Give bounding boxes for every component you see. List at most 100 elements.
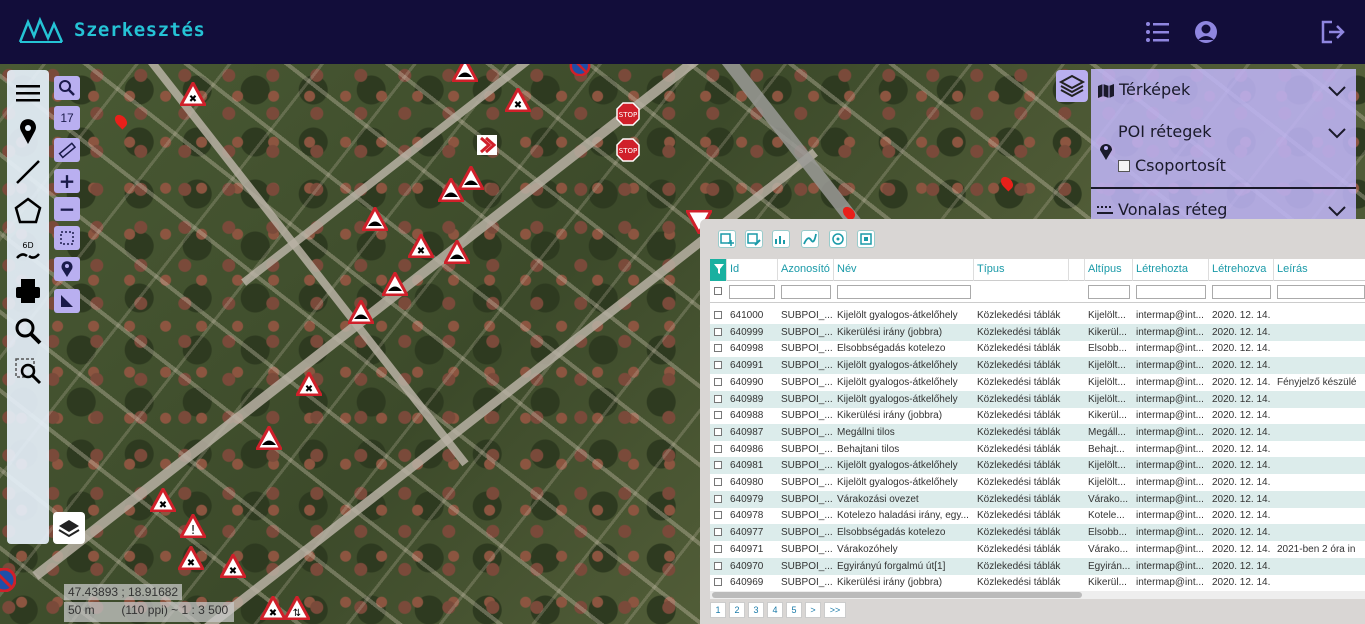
- table-row[interactable]: 640978 SUBPOI_... Kotelezo haladási irány,…: [710, 507, 1365, 524]
- print-icon[interactable]: [13, 276, 43, 306]
- add-record-button[interactable]: [718, 230, 736, 248]
- table-row[interactable]: 640986 SUBPOI_... Behajtani tilos Közlekedé…: [710, 441, 1365, 458]
- column-header[interactable]: Azonosító: [778, 259, 834, 281]
- search-button[interactable]: [54, 76, 80, 100]
- warning-sign-icon[interactable]: !: [180, 514, 206, 538]
- filter-input[interactable]: [781, 285, 831, 299]
- warning-sign-icon[interactable]: [444, 240, 470, 264]
- page-button[interactable]: 2: [729, 602, 745, 618]
- row-checkbox[interactable]: [714, 344, 722, 353]
- row-checkbox[interactable]: [714, 461, 722, 470]
- page-button[interactable]: >: [805, 602, 821, 618]
- warning-sign-icon[interactable]: [362, 207, 388, 231]
- table-row[interactable]: 640979 SUBPOI_... Várakozási ovezet Közleke…: [710, 490, 1365, 508]
- filter-input[interactable]: [1136, 285, 1206, 299]
- warning-sign-icon[interactable]: ✖: [180, 82, 206, 106]
- chevron-down-icon[interactable]: [1328, 85, 1346, 97]
- measure-button[interactable]: [54, 138, 80, 162]
- table-row[interactable]: 640990 SUBPOI_... Kijelölt gyalogos-átkelő…: [710, 374, 1365, 391]
- row-checkbox[interactable]: [714, 394, 722, 403]
- zoom-search-icon[interactable]: [13, 316, 43, 346]
- zoom-in-button[interactable]: +: [54, 169, 80, 193]
- column-header[interactable]: [1069, 259, 1085, 281]
- zoom-out-button[interactable]: −: [54, 197, 80, 221]
- table-row[interactable]: 640977 SUBPOI_... Elsobbségadás kotelezo Kö…: [710, 524, 1365, 542]
- stop-sign-icon[interactable]: STOP: [616, 138, 640, 162]
- table-row[interactable]: 640971 SUBPOI_... Várakozóhely Közlekedési …: [710, 541, 1365, 558]
- warning-sign-icon[interactable]: ✖: [505, 88, 531, 112]
- point-icon[interactable]: [13, 117, 43, 147]
- no-parking-sign-icon[interactable]: [568, 64, 592, 76]
- row-checkbox[interactable]: [714, 528, 722, 537]
- warning-sign-icon[interactable]: ⇅: [284, 596, 310, 620]
- menu-icon[interactable]: [13, 78, 43, 108]
- route-button[interactable]: [801, 230, 819, 248]
- polygon-icon[interactable]: [13, 196, 43, 226]
- warning-sign-icon[interactable]: ✖: [260, 596, 286, 620]
- maps-section[interactable]: Térképek: [1091, 79, 1356, 103]
- column-header[interactable]: Leírás: [1274, 259, 1365, 281]
- column-header[interactable]: Id: [727, 259, 778, 281]
- warning-sign-icon[interactable]: ✖: [178, 546, 204, 570]
- warning-sign-icon[interactable]: [348, 300, 374, 324]
- poi-marker-icon[interactable]: [998, 174, 1016, 192]
- page-button[interactable]: 5: [786, 602, 802, 618]
- user-icon[interactable]: [1192, 18, 1220, 46]
- line-layer-section[interactable]: Vonalas réteg: [1091, 199, 1356, 221]
- filter-input[interactable]: [837, 285, 971, 299]
- row-checkbox[interactable]: [714, 361, 722, 370]
- column-header[interactable]: Altípus: [1085, 259, 1133, 281]
- list-icon[interactable]: [1144, 18, 1172, 46]
- stop-sign-icon[interactable]: STOP: [616, 102, 640, 126]
- row-checkbox[interactable]: [714, 478, 722, 486]
- chart-button[interactable]: [772, 230, 790, 248]
- warning-sign-icon[interactable]: [452, 64, 478, 82]
- table-row[interactable]: 640969 SUBPOI_... Kikerülési irány (jobbra…: [710, 574, 1365, 591]
- table-row[interactable]: 640988 SUBPOI_... Kikerülési irány (jobbra…: [710, 407, 1365, 424]
- filter-input[interactable]: [729, 285, 775, 299]
- table-row[interactable]: 640980 SUBPOI_... Kijelölt gyalogos-átkelő…: [710, 474, 1365, 491]
- column-header[interactable]: Név: [834, 259, 974, 281]
- table-row[interactable]: 640987 SUBPOI_... Megállni tilos Közlekedés…: [710, 423, 1365, 441]
- gps-link-icon[interactable]: 6D: [13, 236, 43, 266]
- edit-record-button[interactable]: [745, 230, 763, 248]
- row-checkbox[interactable]: [714, 444, 722, 453]
- scrollbar-thumb[interactable]: [712, 592, 1082, 598]
- row-checkbox[interactable]: [714, 544, 722, 553]
- page-button[interactable]: 3: [748, 602, 764, 618]
- direction-sign-icon[interactable]: [476, 134, 498, 156]
- filter-input[interactable]: [1212, 285, 1271, 299]
- warning-sign-icon[interactable]: [458, 166, 484, 190]
- column-header[interactable]: Létrehozta: [1133, 259, 1209, 281]
- row-checkbox[interactable]: [714, 494, 722, 503]
- page-button[interactable]: >>: [824, 602, 846, 618]
- warning-sign-icon[interactable]: ✖: [220, 554, 246, 578]
- map-locate-button[interactable]: [829, 230, 847, 248]
- line-draw-icon[interactable]: [13, 157, 43, 187]
- table-row[interactable]: 640981 SUBPOI_... Kijelölt gyalogos-átkelő…: [710, 457, 1365, 475]
- filter-input[interactable]: [1088, 285, 1130, 299]
- warning-sign-icon[interactable]: ✖: [408, 234, 434, 258]
- group-checkbox[interactable]: [1118, 160, 1130, 172]
- layer-panel-toggle[interactable]: [1056, 70, 1088, 102]
- row-checkbox[interactable]: [714, 377, 722, 386]
- poi-section[interactable]: POI rétegek: [1091, 121, 1356, 145]
- row-checkbox[interactable]: [714, 411, 722, 420]
- warning-sign-icon[interactable]: ✖: [150, 488, 176, 512]
- logout-icon[interactable]: [1318, 18, 1346, 46]
- select-all-checkbox[interactable]: [714, 287, 722, 295]
- filter-input[interactable]: [1277, 285, 1365, 299]
- table-row[interactable]: 640998 SUBPOI_... Elsobbségadás kotelezo Kö…: [710, 340, 1365, 357]
- column-header[interactable]: Típus: [974, 259, 1069, 281]
- poi-marker-icon[interactable]: [112, 112, 130, 130]
- page-button[interactable]: 4: [767, 602, 783, 618]
- warning-sign-icon[interactable]: [382, 272, 408, 296]
- table-row[interactable]: 641000 SUBPOI_... Kijelölt gyalogos-átkelő…: [710, 307, 1365, 324]
- column-header[interactable]: Létrehozva: [1209, 259, 1274, 281]
- export-button[interactable]: [857, 230, 875, 248]
- row-checkbox[interactable]: [714, 327, 722, 336]
- area-search-icon[interactable]: [13, 356, 43, 386]
- page-button[interactable]: 1: [710, 602, 726, 618]
- box-select-button[interactable]: [54, 226, 80, 250]
- warning-sign-icon[interactable]: [256, 426, 282, 450]
